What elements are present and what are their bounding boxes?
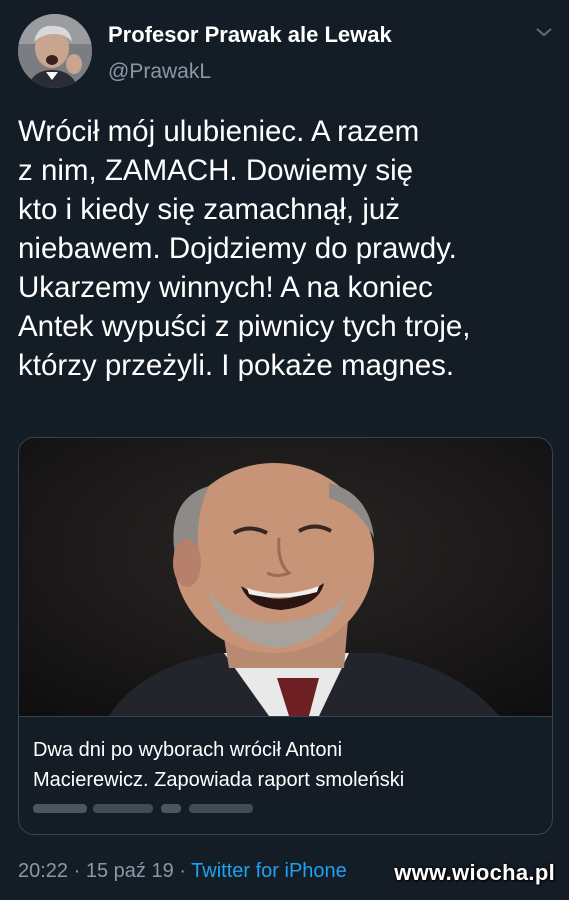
meta-separator: · (179, 860, 186, 882)
tweet-time[interactable]: 20:22 (18, 860, 68, 882)
tweet-meta: 20:22 · 15 paź 19 · Twitter for iPhone (18, 860, 347, 883)
laughing-man-photo-icon (19, 438, 552, 716)
watermark: www.wiocha.pl (394, 860, 555, 885)
tweet-source-link[interactable]: Twitter for iPhone (191, 860, 347, 882)
blurred-domain (33, 804, 253, 813)
meta-separator: · (73, 860, 81, 882)
card-image (19, 438, 552, 716)
avatar[interactable] (18, 14, 92, 88)
chevron-down-icon[interactable] (535, 26, 553, 38)
tweet-text: Wrócił mój ulubieniec. A razem z nim, ZA… (18, 115, 471, 382)
link-card[interactable]: Dwa dni po wyborach wrócił Antoni Macier… (18, 437, 553, 835)
card-title[interactable]: Dwa dni po wyborach wrócił Antoni Macier… (33, 735, 538, 795)
author-display-name[interactable]: Profesor Prawak ale Lewak (108, 22, 392, 48)
tweet-header: Profesor Prawak ale Lewak @PrawakL (18, 12, 553, 92)
author-handle[interactable]: @PrawakL (108, 60, 211, 84)
user-avatar-icon (18, 14, 92, 88)
tweet-date[interactable]: 15 paź 19 (86, 860, 174, 882)
card-divider (19, 716, 552, 717)
